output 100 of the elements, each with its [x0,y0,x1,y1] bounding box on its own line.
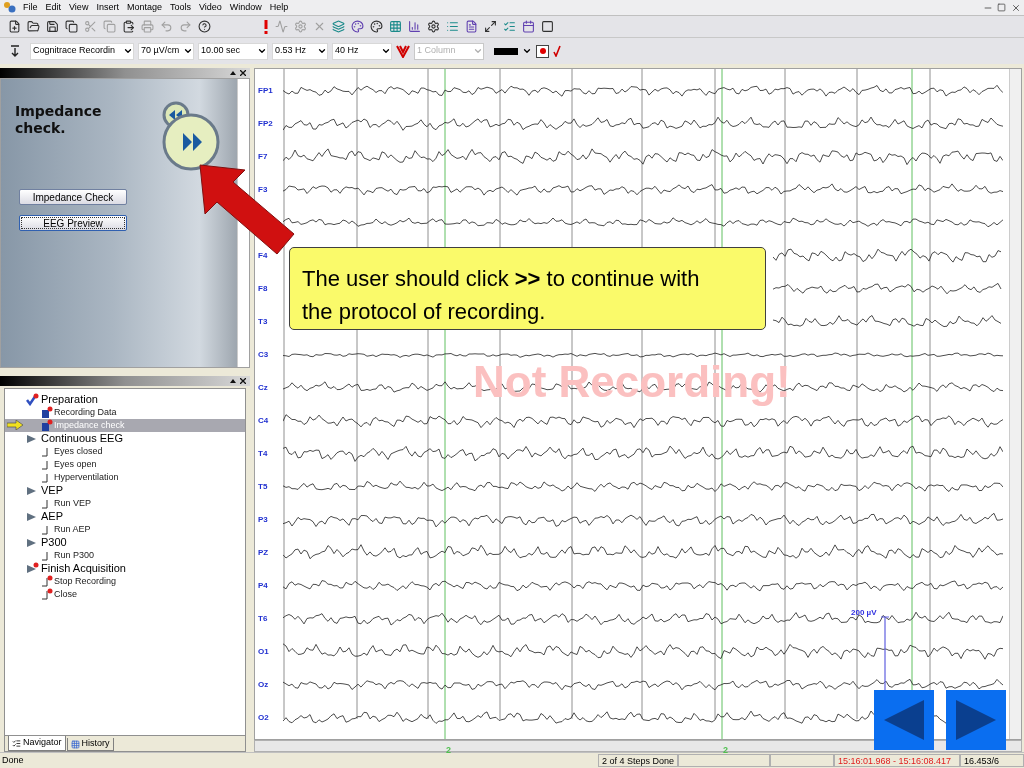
channel-label: T6 [257,612,269,625]
checklist-icon [12,738,21,748]
dropdown-field[interactable]: 0.53 Hz [272,42,328,60]
window-icon[interactable] [541,20,554,33]
channel-label: C3 [257,348,270,361]
tree-item[interactable]: Run P300 [5,549,245,562]
maximize-icon[interactable] [484,20,497,33]
caret-icon [317,46,327,56]
save-icon[interactable] [46,20,59,33]
dropdown-field[interactable]: Cognitrace Recordin [30,42,134,60]
tree-item[interactable]: Eyes closed [5,445,245,458]
tree-item[interactable]: Hyperventilation [5,471,245,484]
channel-label: T5 [257,480,269,493]
caret-icon [473,46,483,56]
channel-label: FP2 [257,117,274,130]
new-file-icon[interactable] [8,20,21,33]
collapse-icon[interactable] [230,379,236,383]
dropdown-field[interactable]: 70 µV/cm [138,42,194,60]
menu-item[interactable]: File [19,0,42,15]
menu-item[interactable]: Help [265,0,293,15]
layers-icon[interactable] [332,20,345,33]
close-icon[interactable] [240,378,246,384]
tree-item[interactable]: Continuous EEG [5,432,245,445]
menu-item[interactable]: View [65,0,93,15]
caret-icon [183,46,193,56]
tree-item[interactable]: AEP [5,510,245,523]
grid-icon[interactable] [389,20,402,33]
palette-icon[interactable] [370,20,383,33]
caret-icon[interactable] [522,46,532,56]
channel-label: F4 [257,249,269,262]
alert-icon[interactable] [263,19,269,34]
pin-icon[interactable] [8,43,22,59]
paste-icon[interactable] [122,20,135,33]
color-swatch[interactable] [494,47,518,55]
tree-item[interactable]: Preparation [5,393,245,406]
checkmark-icon[interactable] [553,45,561,57]
tree-item[interactable]: Finish Acquisition [5,562,245,575]
status-position: 16.453/6 [960,754,1024,767]
channel-label: Oz [257,678,270,691]
close-icon[interactable] [240,70,246,76]
settings-icon[interactable] [427,20,440,33]
grid-icon [70,739,80,749]
menu-item[interactable]: Video [194,0,226,15]
tree-item[interactable]: Run AEP [5,523,245,536]
panel-tab[interactable]: History [66,738,114,751]
status-message: Done [1,753,25,767]
forward-button[interactable] [161,112,221,172]
panel-tab[interactable]: Navigator [8,736,66,751]
tree-item[interactable]: Eyes open [5,458,245,471]
channel-label: PZ [257,546,270,559]
marker-label: 2 [723,744,728,757]
list-icon[interactable] [446,20,459,33]
protocol-button[interactable]: EEG Preview [19,215,127,231]
panel-title: Impedance check. [15,103,103,137]
caret-icon [381,46,391,56]
tree-item[interactable]: Run VEP [5,497,245,510]
palette-icon[interactable] [351,20,364,33]
restore-icon[interactable] [997,3,1006,12]
menu-item[interactable]: Edit [41,0,66,15]
channel-label: T3 [257,315,269,328]
channel-label: F7 [257,150,269,163]
caret-icon [123,46,133,56]
help-icon[interactable] [198,20,211,33]
folder-icon[interactable] [27,20,40,33]
marker-label: 2 [446,744,451,757]
channel-label: C4 [257,414,270,427]
tree-item[interactable]: Recording Data [5,406,245,419]
app-logo-icon [3,1,16,14]
tree-item[interactable]: Stop Recording [5,575,245,588]
record-button[interactable] [536,44,549,58]
protocol-button[interactable]: Impedance Check [19,189,127,205]
filter-icon[interactable] [396,44,410,58]
right-triangle-icon [954,698,998,742]
menu-item[interactable]: Window [225,0,266,15]
scale-label: 200 µV [851,607,877,619]
left-triangle-icon [882,698,926,742]
menu-item[interactable]: Tools [165,0,195,15]
tree-item[interactable]: VEP [5,484,245,497]
calendar-icon[interactable] [522,20,535,33]
tree-item[interactable]: Close [5,588,245,601]
caret-icon [257,46,267,56]
menu-item[interactable]: Montage [122,0,166,15]
pointer-arrow-icon [197,162,297,257]
channel-label: FP1 [257,84,274,97]
channel-label: P4 [257,579,269,592]
checklist-icon[interactable] [503,20,516,33]
menu-item[interactable]: Insert [92,0,123,15]
marker-icon[interactable] [294,20,307,33]
copy-icon[interactable] [65,20,78,33]
dropdown-field[interactable]: 10.00 sec [198,42,268,60]
pointer-arrow-icon [7,420,23,430]
dropdown-field[interactable]: 40 Hz [332,42,392,60]
collapse-icon[interactable] [230,71,236,75]
channel-label: Cz [257,381,269,394]
status-steps: 2 of 4 Steps Done [598,754,678,767]
scrollbar[interactable] [1009,69,1021,739]
document-icon[interactable] [465,20,478,33]
chart-icon[interactable] [408,20,421,33]
tree-item[interactable]: P300 [5,536,245,549]
channel-label: O2 [257,711,270,724]
